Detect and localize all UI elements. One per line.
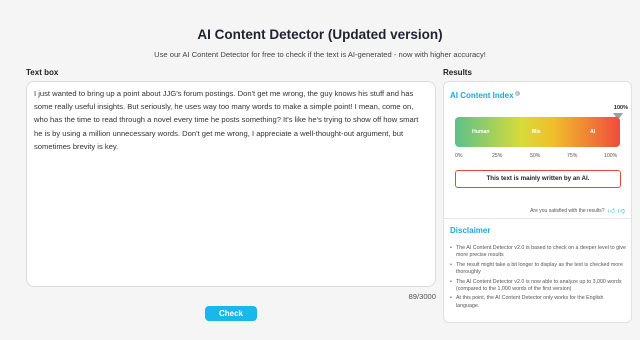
score-percent: 100%: [613, 105, 628, 111]
info-icon[interactable]: i: [514, 91, 520, 96]
disclaimer-item: The AI Content Detector v2.0 is based to…: [450, 245, 626, 260]
bar-label-human: Human: [472, 129, 490, 135]
bar-ticks: 0% 25% 50% 75% 100%: [455, 153, 620, 161]
divider: [444, 218, 631, 219]
tick-label: 75%: [567, 153, 578, 159]
textbox-label: Text box: [26, 68, 59, 77]
text-input-area[interactable]: I just wanted to bring up a point about …: [26, 81, 436, 287]
feedback-prompt: Are you satisfied with the results?: [530, 208, 605, 214]
ai-detector-page: AI Content Detector (Updated version) Us…: [0, 0, 640, 340]
tick-label: 25%: [492, 153, 503, 159]
bar-label-mix: Mix: [532, 129, 541, 135]
tick-label: 0%: [455, 153, 463, 159]
verdict-box: This text is mainly written by an AI.: [455, 170, 621, 188]
page-title: AI Content Detector (Updated version): [197, 27, 443, 42]
tick-label: 100%: [604, 153, 618, 159]
ai-index-gradient-bar: Human Mix AI: [455, 117, 620, 147]
thumbs-down-icon[interactable]: 👎︎: [618, 206, 625, 215]
disclaimer-title: Disclaimer: [450, 226, 491, 235]
character-counter: 89/3000: [408, 292, 436, 301]
ai-content-index-title: AI Content Index i: [450, 91, 520, 100]
bar-label-ai: AI: [590, 129, 596, 135]
check-button[interactable]: Check: [205, 306, 257, 321]
tick-label: 50%: [530, 153, 541, 159]
feedback-row: Are you satisfied with the results? 👍︎ 👎︎: [530, 206, 625, 215]
disclaimer-item: At this point, the AI Content Detector o…: [450, 295, 626, 310]
thumbs-up-icon[interactable]: 👍︎: [608, 206, 615, 215]
disclaimer-item: The result might take a bit longer to di…: [450, 262, 626, 277]
results-panel: AI Content Index i 100% Human Mix AI 0% 2…: [443, 81, 632, 323]
disclaimer-list: The AI Content Detector v2.0 is based to…: [450, 245, 626, 312]
ai-content-index-label: AI Content Index: [450, 91, 514, 100]
page-subtitle: Use our AI Content Detector for free to …: [154, 50, 486, 59]
disclaimer-item: The AI Content Detector v2.0 is now able…: [450, 279, 626, 294]
results-label: Results: [443, 68, 472, 77]
